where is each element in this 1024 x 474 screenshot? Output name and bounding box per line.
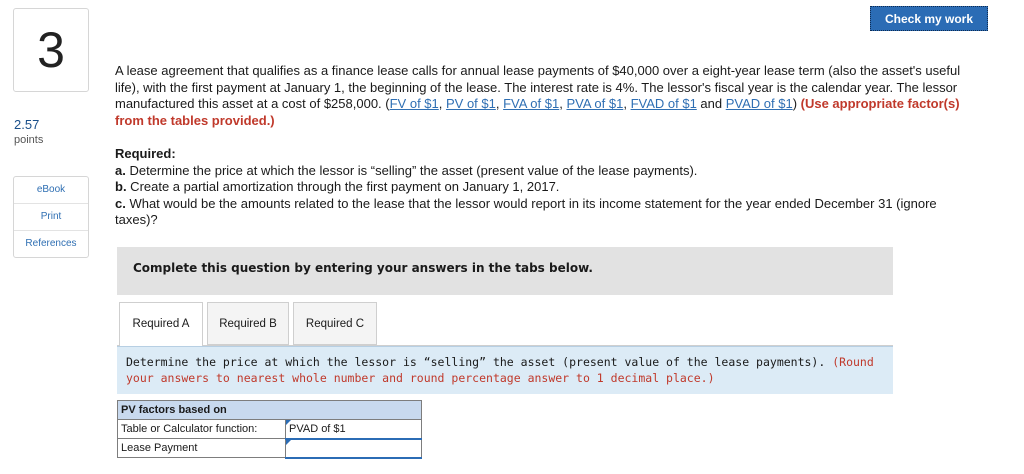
instruction-text: Determine the price at which the lessor …: [126, 355, 833, 369]
item-label: b.: [115, 179, 127, 194]
pva-link[interactable]: PVA of $1: [566, 96, 623, 111]
tab-required-c[interactable]: Required C: [293, 302, 377, 345]
pvad-link[interactable]: PVAD of $1: [726, 96, 793, 111]
required-heading: Required:: [115, 146, 176, 161]
print-link[interactable]: Print: [14, 204, 88, 231]
item-label: c.: [115, 195, 126, 211]
table-row: Table or Calculator function: PVAD of $1: [117, 419, 422, 440]
function-value: PVAD of $1: [289, 422, 346, 435]
check-my-work-button[interactable]: Check my work: [870, 6, 988, 31]
fv-link[interactable]: FV of $1: [390, 96, 439, 111]
function-input[interactable]: PVAD of $1: [285, 419, 422, 440]
item-text: Create a partial amortization through th…: [126, 179, 560, 194]
question-number: 3: [13, 8, 89, 92]
complete-note-box: Complete this question by entering your …: [117, 247, 893, 295]
link-close: ): [792, 96, 801, 111]
points-value: 2.57: [14, 117, 40, 132]
link-and: and: [696, 96, 726, 111]
references-link[interactable]: References: [14, 231, 88, 257]
row-label: Table or Calculator function:: [117, 419, 286, 439]
lease-payment-input[interactable]: [285, 438, 422, 459]
required-item-c: c. What would be the amounts related to …: [115, 196, 975, 229]
pv-factor-table: PV factors based on Table or Calculator …: [117, 400, 422, 459]
pv-link[interactable]: PV of $1: [446, 96, 496, 111]
input-marker-icon: [286, 420, 291, 425]
problem-statement: A lease agreement that qualifies as a fi…: [115, 63, 975, 129]
input-marker-icon: [286, 439, 291, 445]
ebook-link[interactable]: eBook: [14, 177, 88, 204]
required-item-b: b. Create a partial amortization through…: [115, 179, 975, 196]
table-header: PV factors based on: [117, 400, 422, 420]
fva-link[interactable]: FVA of $1: [503, 96, 559, 111]
tab-required-b[interactable]: Required B: [207, 302, 289, 345]
table-row: Lease Payment: [117, 438, 422, 459]
tab-required-a[interactable]: Required A: [119, 302, 203, 347]
points-label: points: [14, 134, 44, 146]
item-label: a.: [115, 162, 126, 178]
resource-links: eBook Print References: [13, 176, 89, 258]
required-section: Required: a. Determine the price at whic…: [115, 146, 975, 229]
required-item-a: a. Determine the price at which the less…: [115, 163, 975, 180]
item-text: What would be the amounts related to the…: [115, 195, 937, 228]
complete-note: Complete this question by entering your …: [133, 261, 593, 275]
link-separator: ,: [623, 96, 631, 111]
link-separator: ,: [438, 96, 446, 111]
row-label: Lease Payment: [117, 438, 286, 458]
fvad-link[interactable]: FVAD of $1: [631, 96, 697, 111]
tab-instructions: Determine the price at which the lessor …: [117, 346, 893, 394]
link-separator: ,: [495, 96, 504, 111]
item-text: Determine the price at which the lessor …: [125, 162, 698, 178]
